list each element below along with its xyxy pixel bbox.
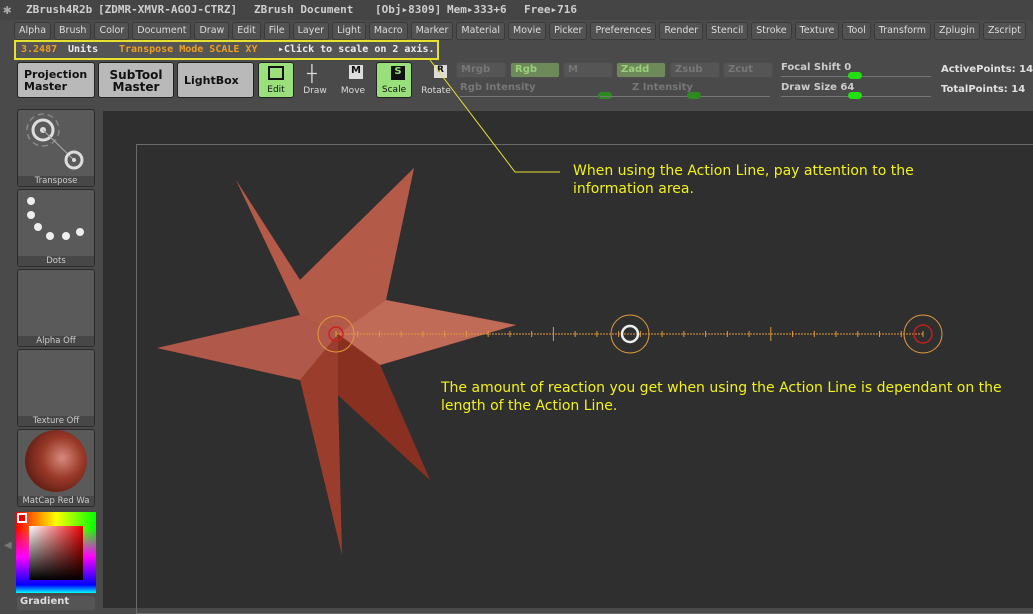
star-mesh[interactable]: [157, 168, 516, 555]
scene: [157, 59, 943, 555]
callout-line: [429, 59, 560, 173]
annotation-action-line-length: The amount of reaction you get when usin…: [441, 380, 1002, 414]
annotation-information-area: When using the Action Line, pay attentio…: [573, 163, 914, 197]
